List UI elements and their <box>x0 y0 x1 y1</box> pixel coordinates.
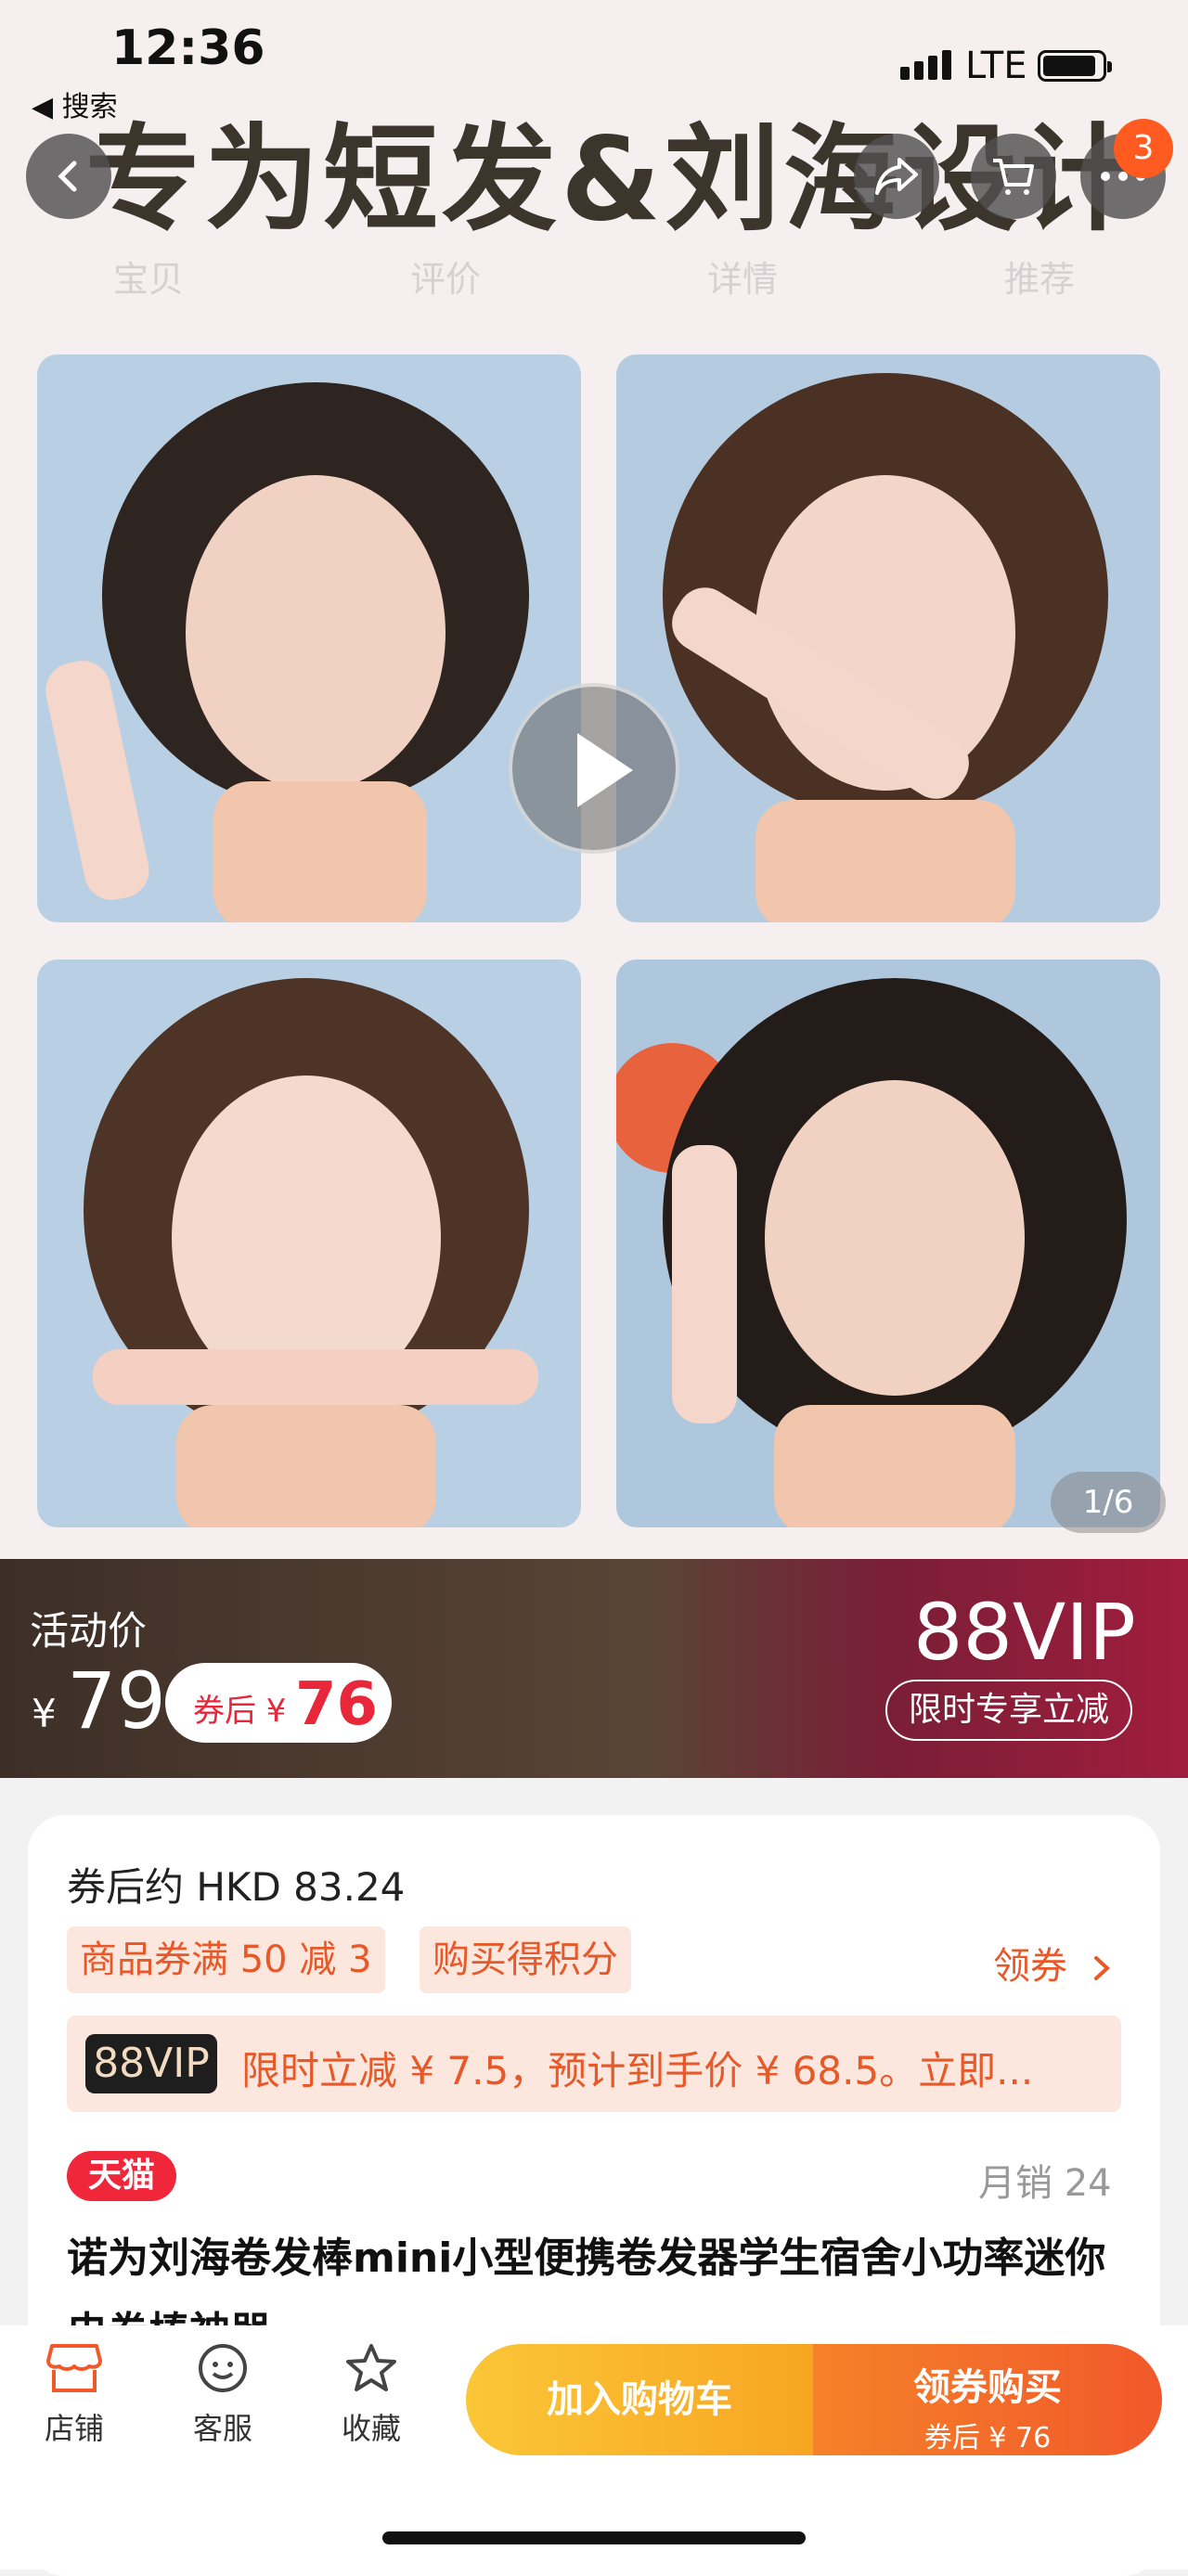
price-banner: 活动价 ¥ 79 券后 ¥ 76 88VIP 限时专享立减 <box>0 1559 1188 1778</box>
back-to-search-link[interactable]: ◀ 搜索 <box>32 84 118 124</box>
after-coupon-prefix: 券后 ¥ <box>193 1693 287 1730</box>
share-icon <box>875 158 918 195</box>
favorite-button[interactable]: 收藏 <box>316 2342 427 2448</box>
buy-sublabel: 券后 ¥ 76 <box>923 2422 1052 2454</box>
buy-with-coupon-button[interactable]: 领券购买 券后 ¥ 76 <box>813 2344 1162 2455</box>
monthly-sales: 月销 24 <box>978 2162 1112 2205</box>
service-label: 客服 <box>192 2411 252 2446</box>
tab-reviews[interactable]: 评价 <box>410 251 481 325</box>
cart-icon <box>993 159 1034 195</box>
service-icon <box>199 2344 247 2392</box>
product-photo-3[interactable] <box>37 960 581 1527</box>
star-icon <box>346 2344 396 2391</box>
tab-recommend[interactable]: 推荐 <box>1004 251 1075 325</box>
product-photo-2[interactable] <box>616 354 1160 922</box>
after-coupon-price: 76 <box>295 1670 379 1739</box>
network-label: LTE <box>965 45 1027 87</box>
buy-label: 领券购买 <box>913 2366 1062 2409</box>
vip-discount-pill[interactable]: 限时专享立减 <box>885 1680 1132 1741</box>
play-video-button[interactable] <box>509 683 679 854</box>
product-photo-1[interactable] <box>37 354 581 922</box>
shop-button[interactable]: 店铺 <box>19 2342 130 2448</box>
vip-offer-strip[interactable]: 88VIP 限时立减 ¥ 7.5，预计到手价 ¥ 68.5。立即... <box>67 2016 1121 2112</box>
tab-item[interactable]: 宝贝 <box>113 251 184 325</box>
status-bar: 12:36 ◀ 搜索 LTE <box>0 0 1188 139</box>
shop-label: 店铺 <box>44 2411 104 2446</box>
product-photo-4[interactable] <box>616 960 1160 1527</box>
after-coupon-pill: 券后 ¥ 76 <box>165 1663 392 1743</box>
cart-button[interactable] <box>971 134 1056 219</box>
product-hero: 1/6 宝贝 评价 详情 推荐 专为短发&刘海设计 12:36 ◀ 搜索 LTE… <box>0 0 1188 1559</box>
tmall-badge: 天猫 <box>67 2151 176 2201</box>
tab-details[interactable]: 详情 <box>707 251 778 325</box>
favorite-label: 收藏 <box>341 2411 401 2446</box>
cart-count-badge: 3 <box>1114 119 1173 178</box>
gallery-pager: 1/6 <box>1051 1472 1166 1533</box>
home-indicator[interactable] <box>382 2531 806 2544</box>
service-button[interactable]: 客服 <box>167 2342 278 2448</box>
currency-symbol: ¥ <box>32 1691 57 1736</box>
chevron-left-icon <box>58 161 77 192</box>
store-icon <box>46 2344 102 2392</box>
vip-title: 88VIP <box>913 1587 1136 1678</box>
after-coupon-hkd: 券后约 HKD 83.24 <box>67 1864 406 1910</box>
vip-offer-text: 限时立减 ¥ 7.5，预计到手价 ¥ 68.5。立即... <box>241 2048 1034 2093</box>
add-to-cart-button[interactable]: 加入购物车 <box>466 2344 813 2455</box>
coupon-tag[interactable]: 商品券满 50 减 3 <box>67 1926 385 1993</box>
points-tag[interactable]: 购买得积分 <box>420 1926 631 1993</box>
vip-logo: 88VIP <box>85 2034 217 2093</box>
get-coupon-link[interactable]: 领券 <box>993 1936 1113 1990</box>
battery-icon <box>1038 50 1112 82</box>
promo-price-label: 活动价 <box>30 1608 148 1654</box>
back-button[interactable] <box>26 134 111 219</box>
promo-price: 79 <box>67 1655 166 1746</box>
product-tabs: 宝贝 评价 详情 推荐 <box>0 251 1188 325</box>
signal-icon <box>900 50 951 80</box>
status-time: 12:36 <box>111 20 265 76</box>
chevron-right-icon <box>1093 1956 1110 1980</box>
share-button[interactable] <box>854 134 939 219</box>
get-coupon-label: 领券 <box>993 1945 1067 1988</box>
